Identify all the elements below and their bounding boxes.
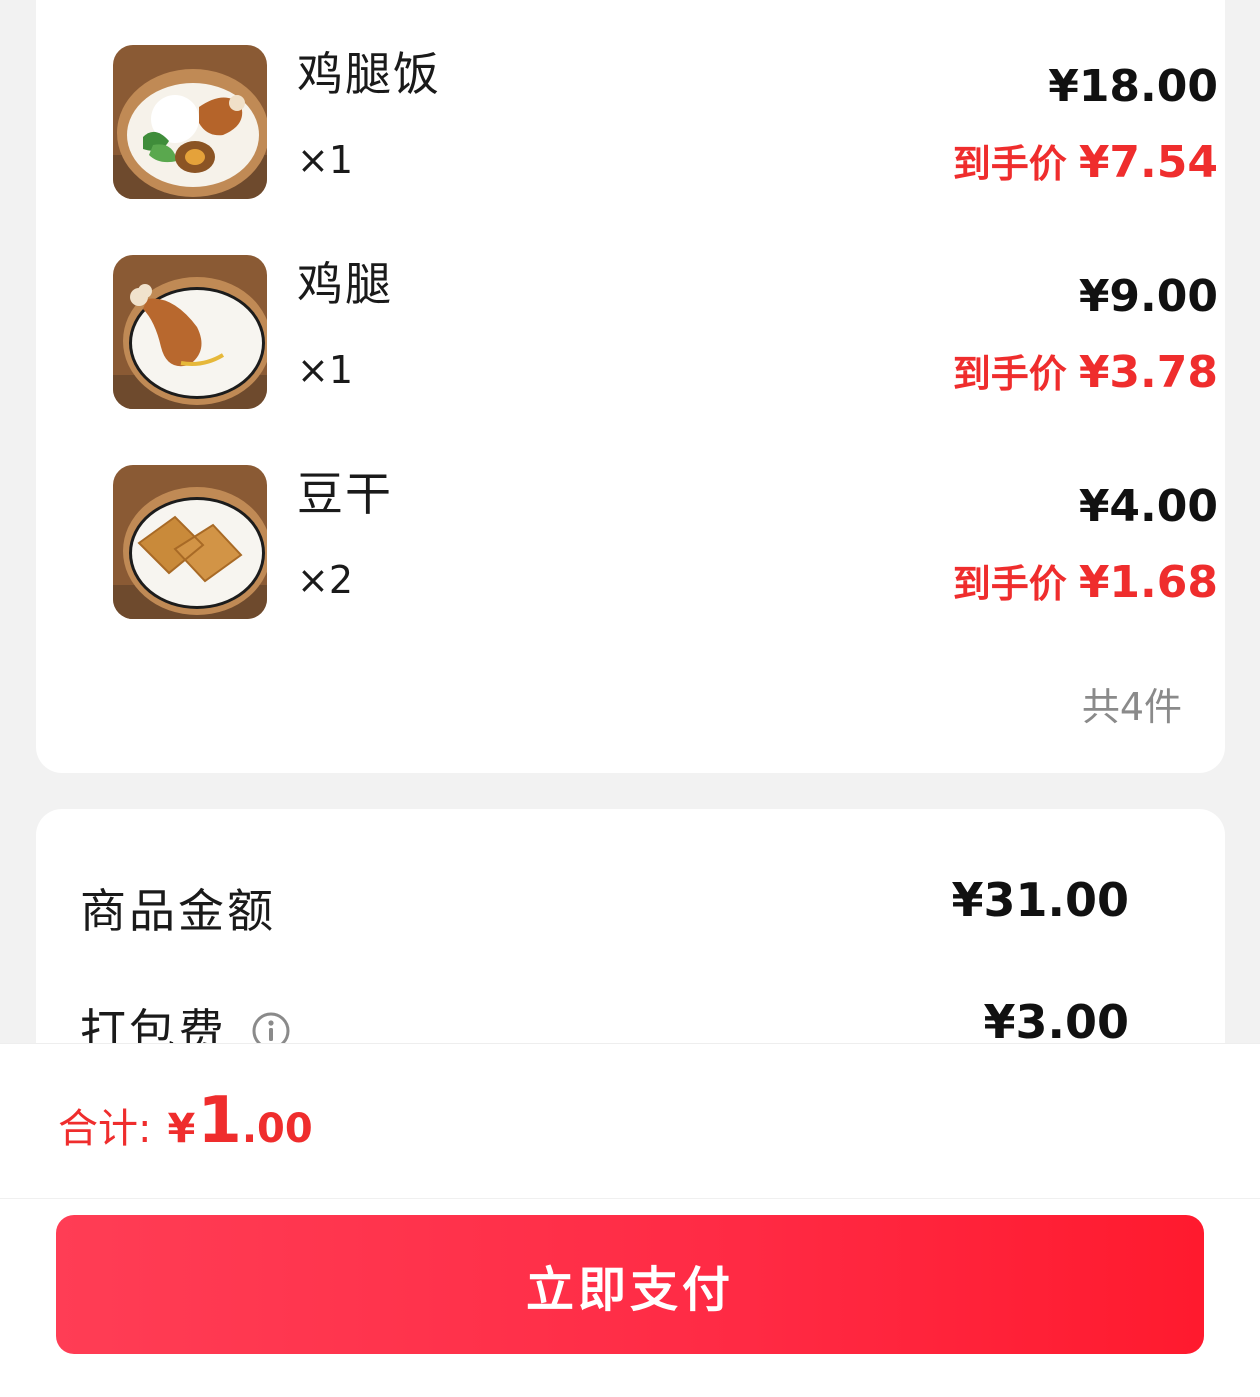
net-price-value: ¥7.54 [1078,137,1218,188]
item-price: ¥9.00 [1078,271,1218,322]
total-currency: ¥ [167,1106,196,1152]
item-name: 鸡腿饭 [297,47,441,101]
order-total: 合计: ¥ 1 .00 [58,1084,313,1158]
item-quantity: ×1 [297,138,354,182]
chicken-leg-rice-image [113,45,267,199]
order-item[interactable]: 鸡腿饭 ×1 ¥18.00 到手价 ¥7.54 [113,45,1218,199]
item-price: ¥4.00 [1078,481,1218,532]
checkout-bar: 合计: ¥ 1 .00 立即支付 [0,1043,1260,1397]
order-item[interactable]: 鸡腿 ×1 ¥9.00 到手价 ¥3.78 [113,255,1218,409]
goods-amount-text: 商品金额 [80,884,276,938]
divider [0,1198,1260,1199]
total-label: 合计: [58,1106,152,1152]
pay-now-button[interactable]: 立即支付 [56,1215,1204,1354]
net-price-value: ¥1.68 [1078,557,1218,608]
item-name: 鸡腿 [297,257,393,311]
dried-tofu-image [113,465,267,619]
items-count: 共4件 [1081,685,1182,729]
order-item[interactable]: 豆干 ×2 ¥4.00 到手价 ¥1.68 [113,465,1218,619]
goods-amount-label: 商品金额 [80,875,276,941]
goods-amount-value: ¥31.00 [951,873,1129,927]
item-name: 豆干 [297,467,393,521]
info-icon[interactable] [251,1008,291,1050]
item-price: ¥18.00 [1048,61,1218,112]
chicken-leg-image [113,255,267,409]
order-items-card: 鸡腿饭 ×1 ¥18.00 到手价 ¥7.54 鸡腿 ×1 ¥9.00 到手价 … [36,0,1225,773]
total-decimal: .00 [241,1106,313,1152]
item-net-price: 到手价 ¥3.78 [953,343,1218,398]
item-quantity: ×1 [297,348,354,392]
packing-fee-value: ¥3.00 [983,995,1129,1049]
item-quantity: ×2 [297,558,354,602]
net-price-label: 到手价 [952,562,1067,606]
net-price-label: 到手价 [952,352,1067,396]
total-integer: 1 [197,1084,242,1158]
item-net-price: 到手价 ¥7.54 [953,133,1218,188]
net-price-value: ¥3.78 [1078,347,1218,398]
item-net-price: 到手价 ¥1.68 [953,553,1218,608]
net-price-label: 到手价 [952,142,1067,186]
